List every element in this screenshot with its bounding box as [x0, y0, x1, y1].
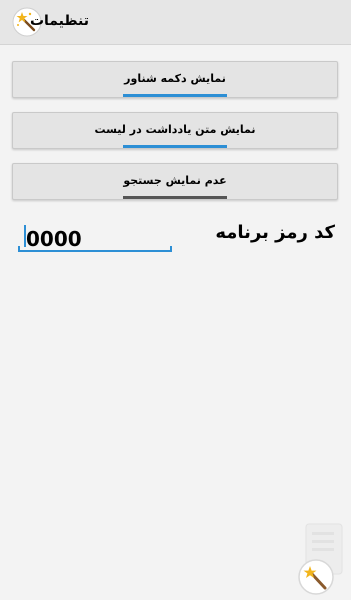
page-title: تنظیمات: [29, 13, 89, 29]
input-underline-right: [170, 246, 172, 252]
app-bar: تنظیمات: [0, 0, 351, 45]
toggle-indicator: [123, 145, 227, 148]
toggle-note-text-in-list-button[interactable]: نمایش متن یادداشت در لیست: [12, 112, 338, 149]
password-value: 0000: [26, 227, 82, 251]
button-label: نمایش دکمه شناور: [124, 72, 226, 85]
toggle-indicator: [123, 196, 227, 199]
note-pad-logo-icon: [298, 523, 343, 595]
input-underline: [18, 250, 172, 252]
password-label: کد رمز برنامه: [215, 222, 335, 243]
input-underline-left: [18, 246, 20, 252]
toggle-floating-button[interactable]: نمایش دکمه شناور: [12, 61, 338, 98]
button-label: عدم نمایش جستجو: [123, 174, 227, 187]
toggle-indicator: [123, 94, 227, 97]
password-input[interactable]: 0000: [18, 225, 172, 252]
toggle-hide-search-button[interactable]: عدم نمایش جستجو: [12, 163, 338, 200]
button-label: نمایش متن یادداشت در لیست: [94, 123, 256, 136]
